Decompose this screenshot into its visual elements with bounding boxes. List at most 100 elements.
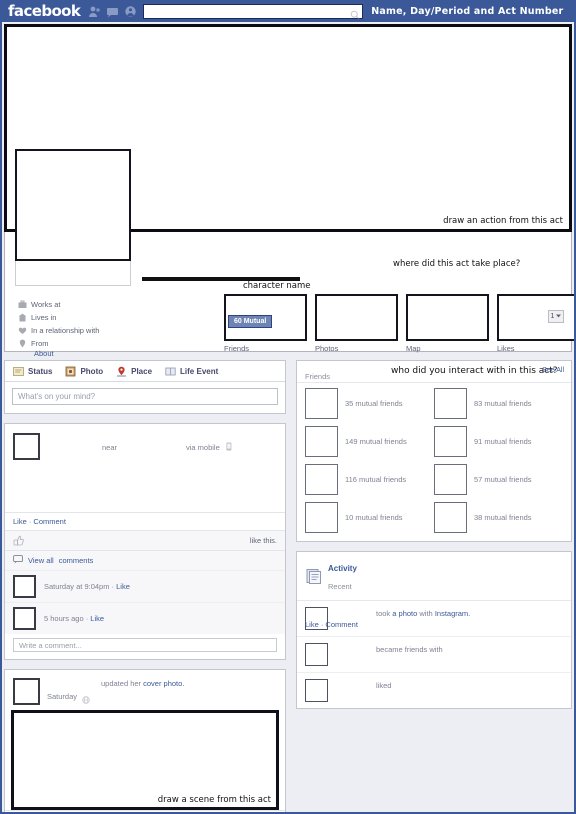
tile-friends[interactable]: 60 Mutual Friends — [224, 294, 307, 353]
notifications-icon[interactable] — [124, 5, 137, 18]
friend-avatar[interactable] — [305, 464, 338, 495]
tile-map[interactable]: Map — [406, 294, 489, 353]
cover-post-avatar[interactable] — [13, 678, 40, 705]
friend-item[interactable]: 57 mutual friends — [434, 464, 563, 495]
tab-label: Status — [28, 366, 53, 376]
activity-subtitle: Recent — [328, 582, 352, 591]
search-icon[interactable] — [350, 7, 360, 19]
info-row-from[interactable]: From — [18, 337, 99, 350]
comment-avatar[interactable] — [13, 575, 36, 598]
activity-avatar[interactable] — [305, 643, 328, 666]
friend-avatar[interactable] — [434, 464, 467, 495]
post-body-blank[interactable] — [5, 464, 285, 512]
friends-icon[interactable] — [88, 5, 101, 18]
activity-avatar[interactable] — [305, 679, 328, 702]
activity-actions[interactable]: Like · Comment — [305, 620, 358, 629]
tile-photos[interactable]: Photos — [315, 294, 398, 353]
tab-label: Photo — [80, 366, 104, 376]
friend-item[interactable]: 83 mutual friends — [434, 388, 563, 419]
dropdown-value: 1 — [550, 313, 555, 320]
friend-item[interactable]: 10 mutual friends — [305, 502, 434, 533]
info-label: Lives in — [31, 313, 57, 322]
comment-like-link[interactable]: Like — [90, 614, 104, 623]
cover-post-prompt: draw a scene from this act — [157, 795, 271, 805]
comment-text: 5 hours ago · Like — [44, 614, 104, 623]
page-canvas: draw an action from this act character n… — [0, 22, 576, 814]
friend-item[interactable]: 35 mutual friends — [305, 388, 434, 419]
friend-avatar[interactable] — [434, 502, 467, 533]
about-link[interactable]: About — [34, 349, 54, 358]
character-name-label: character name — [243, 281, 311, 291]
tiles-more-dropdown[interactable]: 1 — [548, 310, 564, 323]
cover-photo-link[interactable]: cover photo. — [143, 679, 184, 688]
profile-picture-drawing-area[interactable] — [15, 149, 131, 261]
messages-icon[interactable] — [106, 5, 119, 18]
tile-friends-box[interactable]: 60 Mutual — [224, 294, 307, 341]
friend-avatar[interactable] — [305, 388, 338, 419]
place-prompt-label: where did this act take place? — [393, 259, 521, 269]
post-author-avatar[interactable] — [13, 433, 40, 460]
friend-avatar[interactable] — [305, 502, 338, 533]
nav-icon-group — [88, 5, 137, 18]
tile-likes[interactable]: Likes — [497, 294, 576, 353]
search-box[interactable] — [143, 3, 364, 22]
post-via-label: via mobile — [186, 443, 220, 452]
friend-item[interactable]: 91 mutual friends — [434, 426, 563, 457]
tile-photos-box[interactable] — [315, 294, 398, 341]
tab-life-event[interactable]: Life Event — [165, 366, 218, 377]
tab-status[interactable]: Status — [13, 366, 52, 377]
friend-avatar[interactable] — [434, 426, 467, 457]
tile-likes-box[interactable] — [497, 294, 576, 341]
mobile-icon — [225, 442, 233, 451]
activity-mid: with — [417, 609, 435, 618]
friend-item[interactable]: 38 mutual friends — [434, 502, 563, 533]
status-composer-card: Status Photo Place Life Event What's on … — [4, 360, 286, 414]
cover-photo-post-card: updated her cover photo. Saturday draw a… — [4, 669, 286, 814]
search-input[interactable] — [144, 8, 363, 22]
tile-label: Friends — [224, 344, 250, 353]
friends-grid: 35 mutual friends 83 mutual friends 149 … — [297, 383, 571, 541]
post-actions[interactable]: Like · Comment — [5, 512, 285, 530]
pin-icon — [18, 339, 27, 349]
status-placeholder: What's on your mind? — [18, 392, 96, 401]
comment-avatar[interactable] — [13, 607, 36, 630]
activity-link-photo[interactable]: a photo — [392, 609, 417, 618]
info-row-relationship[interactable]: In a relationship with — [18, 324, 99, 337]
cover-post-drawing-area[interactable]: draw a scene from this act — [11, 710, 279, 810]
facebook-profile-worksheet: facebook Name, Day/Period and Act Number… — [0, 0, 576, 814]
info-label: From — [31, 339, 49, 348]
friends-prompt: who did you interact with in this act? — [391, 366, 558, 376]
post-meta: near via mobile — [40, 433, 277, 460]
post-near-label: near — [102, 443, 118, 452]
thumbs-up-icon — [13, 535, 24, 546]
profile-info-list: Works at Lives in In a relationship with… — [18, 298, 99, 350]
profile-tabs-row: 60 Mutual Friends Photos Map Likes — [224, 294, 576, 353]
info-label: Works at — [31, 300, 61, 309]
activity-link-instagram[interactable]: Instagram. — [435, 609, 470, 618]
info-label: In a relationship with — [31, 326, 100, 335]
tile-label: Photos — [315, 344, 339, 353]
write-comment-input[interactable]: Write a comment... — [13, 638, 277, 652]
write-comment-placeholder: Write a comment... — [19, 640, 82, 650]
post-view-all-comments[interactable]: View all comments — [5, 550, 285, 570]
cover-post-header: updated her cover photo. Saturday — [5, 670, 285, 710]
status-input[interactable]: What's on your mind? — [12, 388, 278, 405]
info-row-works-at[interactable]: Works at — [18, 298, 99, 311]
comment-like-link[interactable]: Like — [116, 582, 130, 591]
cover-post-actions[interactable]: Like · Comment · Share — [5, 810, 285, 814]
friend-mutual-label: 83 mutual friends — [474, 399, 532, 408]
heart-icon — [18, 326, 27, 336]
tab-place[interactable]: Place — [116, 366, 152, 377]
friends-see-all-link[interactable]: See All — [542, 367, 564, 374]
friend-avatar[interactable] — [305, 426, 338, 457]
facebook-logo[interactable]: facebook — [4, 2, 81, 20]
friend-item[interactable]: 116 mutual friends — [305, 464, 434, 495]
friend-item[interactable]: 149 mutual friends — [305, 426, 434, 457]
tile-map-box[interactable] — [406, 294, 489, 341]
cover-post-prefix: updated her — [101, 679, 144, 688]
post-likes-row: like this. — [5, 530, 285, 550]
tab-photo[interactable]: Photo — [65, 366, 103, 377]
friend-avatar[interactable] — [434, 388, 467, 419]
friend-mutual-label: 149 mutual friends — [345, 437, 407, 446]
info-row-lives-in[interactable]: Lives in — [18, 311, 99, 324]
